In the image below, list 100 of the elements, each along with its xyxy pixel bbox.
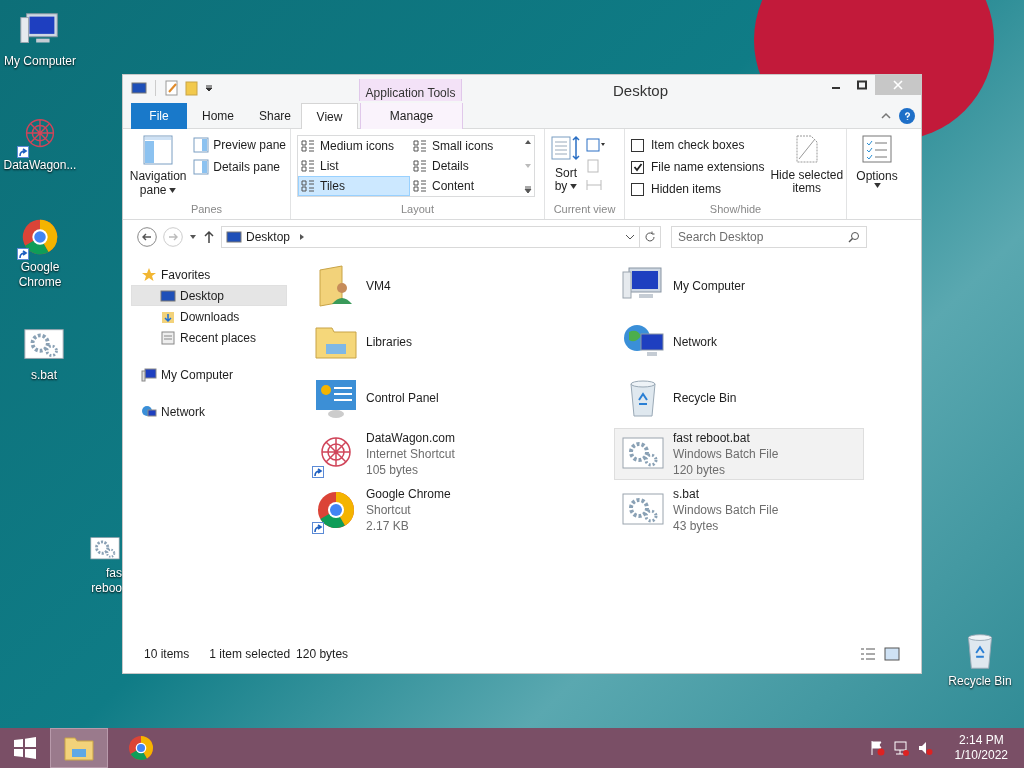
network-icon <box>141 403 157 420</box>
navigation-pane-icon <box>142 135 175 165</box>
file-tile[interactable]: s.bat Windows Batch File 43 bytes <box>614 484 864 536</box>
maximize-icon[interactable] <box>857 80 867 90</box>
nav-item[interactable]: Favorites <box>123 264 293 285</box>
nav-item[interactable]: Downloads <box>131 306 287 327</box>
refresh-icon[interactable] <box>644 231 656 243</box>
action-center-flag-icon[interactable] <box>868 740 885 756</box>
file-name: VM4 <box>366 278 391 294</box>
ribbon-tab[interactable]: View <box>301 103 358 129</box>
ribbon-tab[interactable]: Manage <box>360 103 463 129</box>
properties-icon[interactable] <box>164 80 180 96</box>
caret-icon <box>873 183 881 188</box>
checkbox[interactable] <box>631 138 644 152</box>
checkbox-label: Item check boxes <box>651 137 745 154</box>
desktop-icon-label[interactable]: DataWagon... <box>3 158 77 173</box>
address-caret-icon[interactable] <box>625 233 635 241</box>
layout-option[interactable]: Content <box>410 176 522 196</box>
hidden-page-icon <box>794 135 819 163</box>
checkbox[interactable] <box>631 160 644 174</box>
desktop-icon-label[interactable]: Chrome <box>18 275 62 290</box>
layout-option[interactable]: Details <box>410 156 522 176</box>
status-selection: 1 item selected <box>209 646 291 663</box>
group-caption: Panes <box>189 201 224 217</box>
file-detail: Windows Batch File <box>673 502 779 518</box>
file-tile[interactable]: Network <box>614 316 864 368</box>
desktop-icon-label[interactable]: reboo <box>91 581 122 596</box>
star-icon <box>141 266 157 283</box>
desktop-icon-label[interactable]: Recycle Bin <box>948 674 1012 689</box>
search-icon <box>848 231 860 243</box>
checkmark-icon <box>632 162 643 172</box>
ribbon-tab[interactable]: Share <box>244 103 301 129</box>
file-tile[interactable]: Libraries <box>307 316 557 368</box>
file-name: DataWagon.com <box>366 430 455 446</box>
ribbon-tab[interactable]: Home <box>187 103 244 129</box>
file-name: Libraries <box>366 334 413 350</box>
up-arrow-icon[interactable] <box>203 230 215 244</box>
nav-item[interactable]: Recent places <box>131 327 287 348</box>
desktop-icon-label[interactable]: My Computer <box>4 54 76 69</box>
recent-locations-caret-icon[interactable] <box>189 233 197 241</box>
speaker-muted-icon[interactable] <box>916 740 933 756</box>
desktop-icon-label[interactable]: Google <box>20 260 60 275</box>
layout-option[interactable]: Medium icons <box>298 136 410 156</box>
desktop-icon <box>160 287 176 304</box>
file-tile[interactable]: fast reboot.bat Windows Batch File 120 bytes <box>614 428 864 480</box>
file-tile[interactable]: My Computer <box>614 260 864 312</box>
folder-icon <box>64 735 94 761</box>
group-caption: Show/hide <box>708 201 763 217</box>
options-button[interactable]: Options <box>847 135 907 188</box>
layout-icon <box>301 139 315 153</box>
help-icon[interactable] <box>899 108 915 124</box>
sort-by-button[interactable]: Sort by <box>551 135 581 201</box>
window-title: Desktop <box>613 81 669 101</box>
status-size: 120 bytes <box>296 646 349 663</box>
address-bar[interactable]: Desktop <box>221 226 661 248</box>
dropdown-caret-icon[interactable] <box>204 83 214 93</box>
desktop-icon-label[interactable]: s.bat <box>31 368 57 383</box>
ribbon-tab[interactable]: File <box>131 103 187 129</box>
layout-option[interactable]: Tiles <box>298 176 410 196</box>
file-name: Google Chrome <box>366 486 451 502</box>
desktop-icon <box>226 229 242 245</box>
layout-option[interactable]: List <box>298 156 410 176</box>
checkbox[interactable] <box>631 182 644 196</box>
layout-icon <box>301 179 315 193</box>
clock[interactable]: 2:14 PM 1/10/2022 <box>954 733 1008 763</box>
file-name: s.bat <box>673 486 700 502</box>
file-tile[interactable]: Control Panel <box>307 372 557 424</box>
search-field[interactable]: Search Desktop <box>671 226 867 248</box>
pane-toggle-button[interactable]: Preview pane <box>193 135 286 155</box>
desktop-icon-label[interactable]: fas <box>106 566 122 581</box>
file-name: My Computer <box>673 278 746 294</box>
hide-selected-items-button[interactable]: Hide selected items <box>770 135 844 201</box>
nav-item[interactable]: Network <box>123 401 293 422</box>
network-status-icon[interactable] <box>892 740 909 756</box>
file-detail: Shortcut <box>366 502 412 518</box>
file-tile[interactable]: DataWagon.com Internet Shortcut 105 bytes <box>307 428 557 480</box>
pane-icon <box>193 159 210 175</box>
file-tile[interactable]: VM4 <box>307 260 557 312</box>
file-tile[interactable]: Recycle Bin <box>614 372 864 424</box>
breadcrumb-item[interactable]: Desktop <box>246 228 291 246</box>
file-detail: Internet Shortcut <box>366 446 455 462</box>
layout-option[interactable]: Small icons <box>410 136 522 156</box>
navigation-pane-button[interactable]: Navigation pane <box>127 135 190 201</box>
desktop-icon <box>131 80 147 96</box>
file-tile[interactable]: Google Chrome Shortcut 2.17 KB <box>307 484 557 536</box>
collapse-ribbon-icon[interactable] <box>881 111 891 121</box>
computer-icon <box>141 366 157 383</box>
caret-icon <box>570 184 578 189</box>
layout-icon <box>413 159 427 173</box>
file-detail: 2.17 KB <box>366 518 410 534</box>
group-by-icon[interactable] <box>585 137 607 153</box>
pane-icon <box>193 137 210 153</box>
layout-icon <box>413 179 427 193</box>
nav-item[interactable]: Desktop <box>131 285 287 306</box>
nav-item[interactable]: My Computer <box>123 364 293 385</box>
back-icon[interactable] <box>137 227 157 247</box>
sort-icon <box>551 135 581 163</box>
pane-toggle-button[interactable]: Details pane <box>193 157 286 177</box>
file-name: Network <box>673 334 717 350</box>
file-detail: 43 bytes <box>673 518 720 534</box>
